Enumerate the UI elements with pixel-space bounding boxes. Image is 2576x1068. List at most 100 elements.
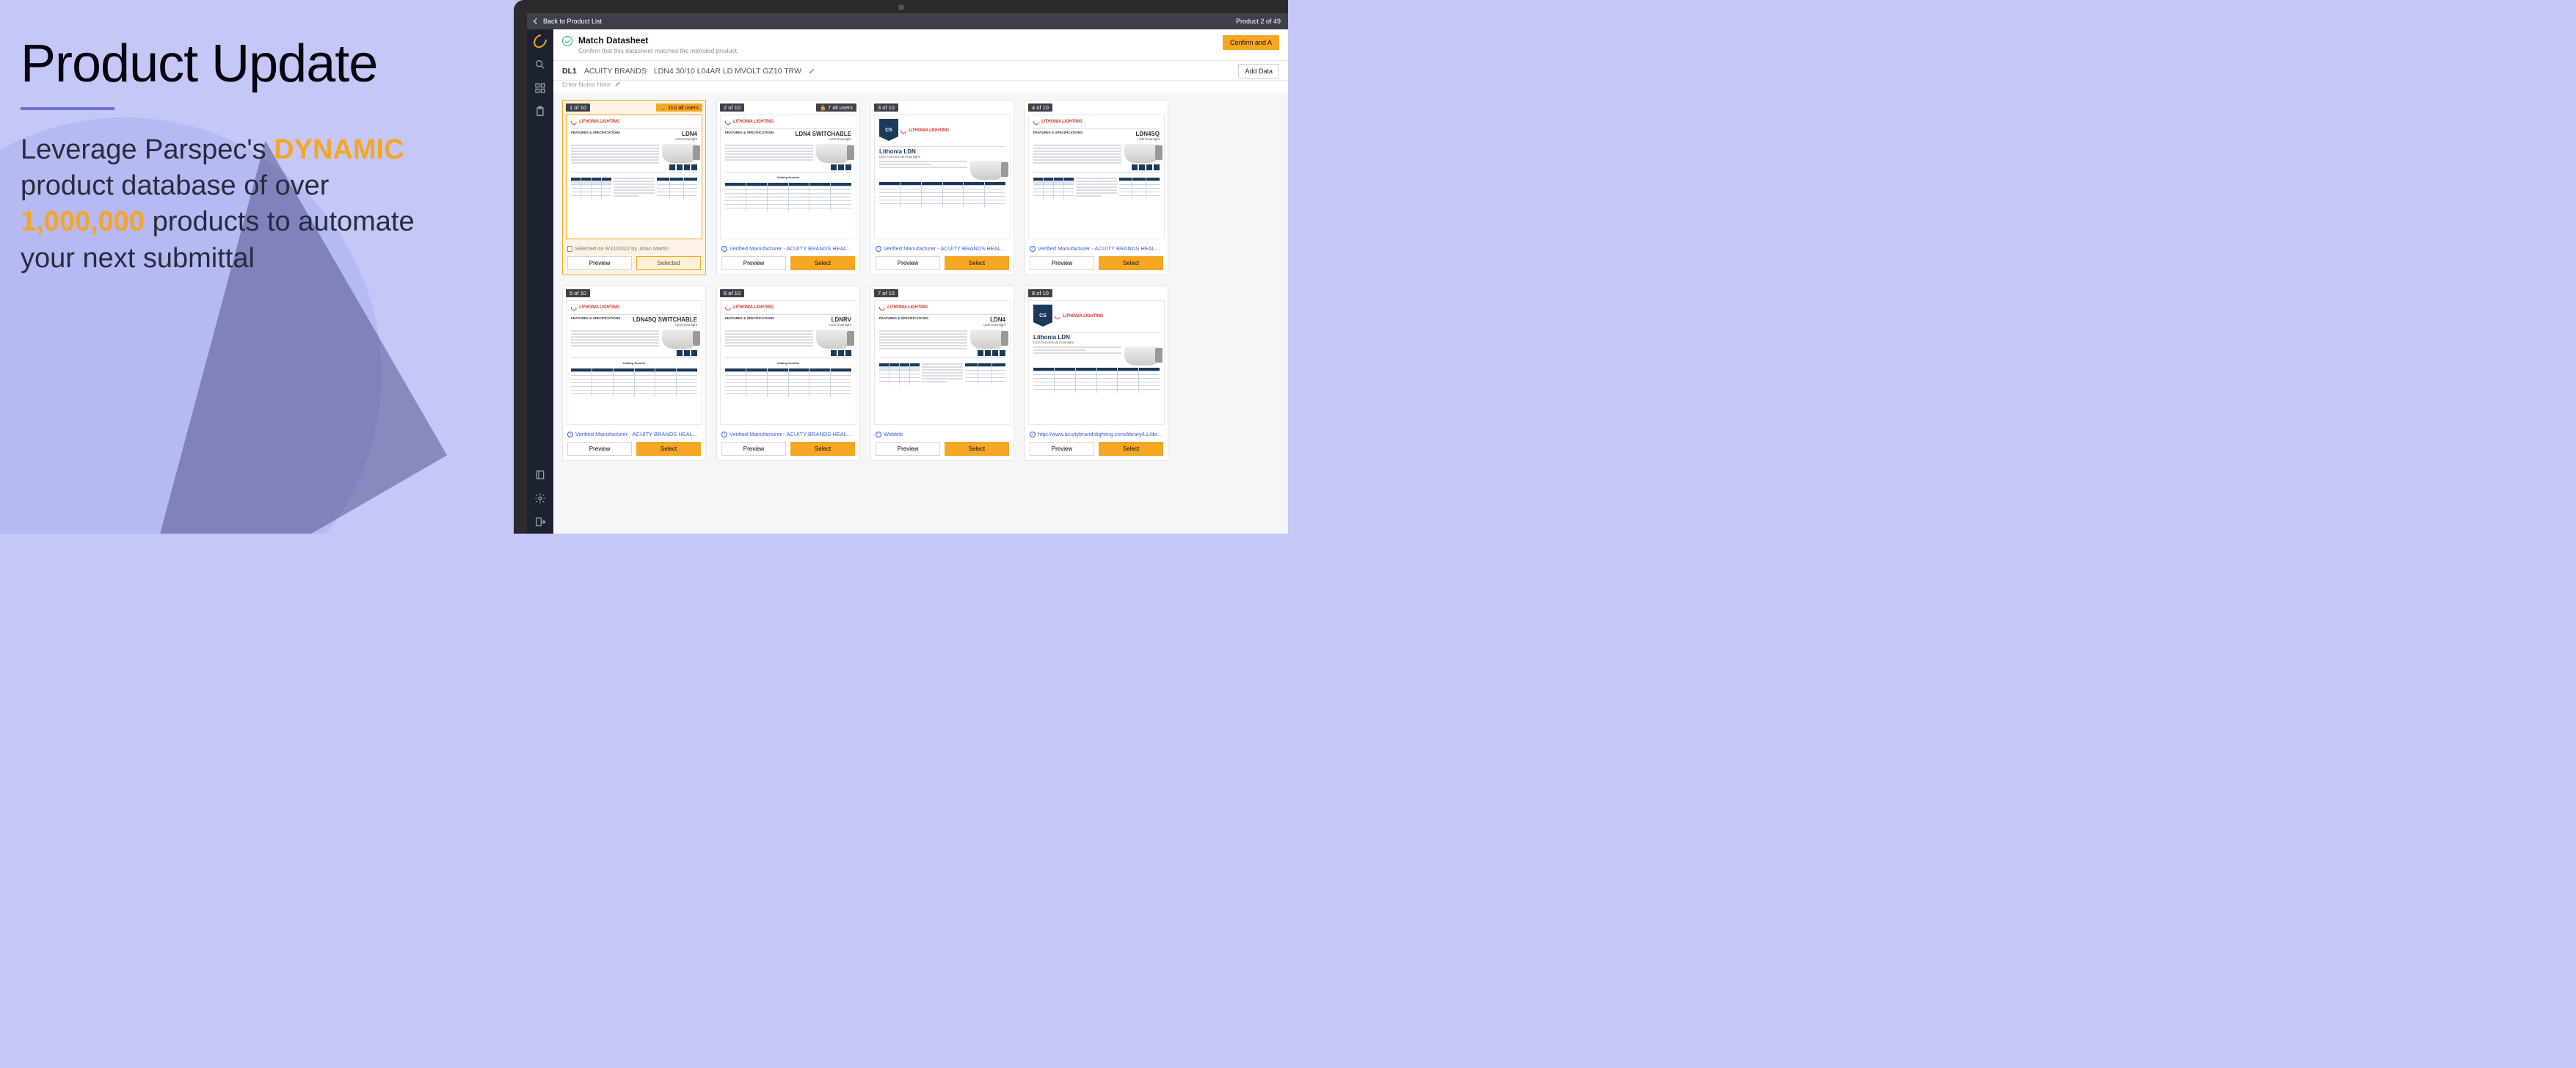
card-actions: Preview Select bbox=[1025, 253, 1168, 275]
preview-button[interactable]: Preview bbox=[1030, 442, 1094, 456]
logout-icon[interactable] bbox=[534, 516, 546, 528]
datasheet-thumbnail[interactable]: LITHONIA LIGHTING FEATURES & SPECIFICATI… bbox=[720, 115, 856, 239]
select-button[interactable]: Select bbox=[790, 256, 855, 270]
check-circle-icon bbox=[562, 36, 572, 46]
datasheet-card[interactable]: 7 of 10 LITHONIA LIGHTING FEATURES & SPE… bbox=[870, 286, 1014, 461]
app-screen: Back to Product List Product 2 of 49 bbox=[527, 13, 1288, 534]
datasheet-thumbnail[interactable]: LITHONIA LIGHTING FEATURES & SPECIFICATI… bbox=[566, 300, 702, 425]
select-button[interactable]: Select bbox=[1099, 442, 1163, 456]
card-head: 8 of 10 bbox=[1025, 286, 1168, 297]
book-icon[interactable] bbox=[534, 469, 546, 481]
datasheet-thumbnail[interactable]: LITHONIA LIGHTING FEATURES & SPECIFICATI… bbox=[566, 115, 702, 239]
meta-verified[interactable]: iVerified Manufacturer - ACUITY BRANDS H… bbox=[871, 242, 1014, 253]
select-button[interactable]: Select bbox=[790, 442, 855, 456]
match-header: Match Datasheet Confirm that this datash… bbox=[553, 29, 1288, 61]
lock-icon: 🔒 bbox=[820, 106, 826, 111]
confirm-button[interactable]: Confirm and A bbox=[1223, 35, 1279, 50]
card-actions: Preview Select bbox=[871, 253, 1014, 275]
gear-icon[interactable] bbox=[534, 493, 546, 504]
select-button[interactable]: Select bbox=[945, 442, 1009, 456]
cards-area: 1 of 10 🔒110 all users LITHONIA LIGHTING… bbox=[553, 92, 1288, 534]
card-actions: Preview Select bbox=[1025, 439, 1168, 460]
header-title: Match Datasheet bbox=[578, 35, 738, 46]
marketing-panel: Product Update Leverage Parspec's DYNAMI… bbox=[0, 0, 514, 534]
meta-weblink[interactable]: iWeblink bbox=[871, 428, 1014, 439]
datasheet-card[interactable]: 3 of 10 CSLITHONIA LIGHTING Lithonia LDN… bbox=[870, 100, 1014, 275]
meta-verified[interactable]: iVerified Manufacturer - ACUITY BRANDS H… bbox=[717, 428, 859, 439]
users-pill: 🔒110 all users bbox=[656, 103, 702, 112]
info-icon: i bbox=[1030, 246, 1036, 252]
info-icon: i bbox=[876, 246, 881, 252]
card-head: 2 of 10 🔒7 all users bbox=[717, 101, 859, 112]
info-icon: i bbox=[721, 432, 727, 437]
meta-selected: Selected on 8/31/2022 by Jolan Martin bbox=[563, 242, 705, 253]
notes-placeholder: Enter Notes Here bbox=[562, 81, 611, 88]
product-counter: Product 2 of 49 bbox=[1236, 18, 1281, 25]
edit-icon[interactable] bbox=[809, 68, 815, 76]
datasheet-card[interactable]: 4 of 10 LITHONIA LIGHTING FEATURES & SPE… bbox=[1025, 100, 1168, 275]
users-pill: 🔒7 all users bbox=[816, 103, 856, 112]
clipboard-icon[interactable] bbox=[534, 106, 546, 117]
dashboard-icon[interactable] bbox=[534, 82, 546, 94]
preview-button[interactable]: Preview bbox=[567, 442, 632, 456]
preview-button[interactable]: Preview bbox=[1030, 256, 1094, 270]
datasheet-thumbnail[interactable]: LITHONIA LIGHTING FEATURES & SPECIFICATI… bbox=[874, 300, 1011, 425]
meta-url[interactable]: ihttp://www.acuitybrandslighting.com/lib… bbox=[1025, 428, 1168, 439]
card-actions: Preview Select bbox=[563, 439, 705, 460]
crumb-type: DL1 bbox=[562, 67, 577, 76]
datasheet-thumbnail[interactable]: CSLITHONIA LIGHTING Lithonia LDN LED Com… bbox=[874, 115, 1011, 239]
info-icon: i bbox=[567, 432, 573, 437]
index-pill: 3 of 10 bbox=[874, 103, 898, 112]
lock-icon: 🔒 bbox=[660, 106, 666, 111]
card-head: 4 of 10 bbox=[1025, 101, 1168, 112]
subtitle-text: product database of over bbox=[21, 170, 329, 201]
select-button[interactable]: Select bbox=[1099, 256, 1163, 270]
card-actions: Preview Select bbox=[871, 439, 1014, 460]
datasheet-card[interactable]: 2 of 10 🔒7 all users LITHONIA LIGHTING F… bbox=[716, 100, 860, 275]
laptop-frame: Back to Product List Product 2 of 49 bbox=[514, 0, 1288, 534]
document-icon bbox=[567, 246, 572, 252]
info-icon: i bbox=[721, 246, 727, 252]
meta-verified[interactable]: iVerified Manufacturer - ACUITY BRANDS H… bbox=[1025, 242, 1168, 253]
back-button[interactable]: Back to Product List bbox=[534, 18, 602, 25]
datasheet-card[interactable]: 8 of 10 CSLITHONIA LIGHTING Lithonia LDN… bbox=[1025, 286, 1168, 461]
index-pill: 1 of 10 bbox=[566, 103, 590, 112]
preview-button[interactable]: Preview bbox=[721, 442, 786, 456]
card-actions: Preview Selected bbox=[563, 253, 705, 275]
page-title: Product Update bbox=[21, 37, 477, 92]
preview-button[interactable]: Preview bbox=[876, 442, 940, 456]
preview-button[interactable]: Preview bbox=[721, 256, 786, 270]
datasheet-card[interactable]: 6 of 10 LITHONIA LIGHTING FEATURES & SPE… bbox=[716, 286, 860, 461]
datasheet-thumbnail[interactable]: LITHONIA LIGHTING FEATURES & SPECIFICATI… bbox=[1028, 115, 1165, 239]
subtitle: Leverage Parspec's DYNAMIC product datab… bbox=[21, 132, 432, 277]
cards-grid: 1 of 10 🔒110 all users LITHONIA LIGHTING… bbox=[562, 100, 1279, 461]
preview-button[interactable]: Preview bbox=[567, 256, 632, 270]
card-head: 6 of 10 bbox=[717, 286, 859, 297]
card-actions: Preview Select bbox=[717, 253, 859, 275]
selected-button[interactable]: Selected bbox=[636, 256, 701, 270]
meta-verified[interactable]: iVerified Manufacturer - ACUITY BRANDS H… bbox=[563, 428, 705, 439]
info-icon: i bbox=[876, 432, 881, 437]
crumb-product: LDN4 30/10 L04AR LD MVOLT GZ10 TRW bbox=[654, 67, 801, 76]
meta-verified[interactable]: iVerified Manufacturer - ACUITY BRANDS H… bbox=[717, 242, 859, 253]
select-button[interactable]: Select bbox=[636, 442, 701, 456]
datasheet-card[interactable]: 5 of 10 LITHONIA LIGHTING FEATURES & SPE… bbox=[562, 286, 706, 461]
camera-icon bbox=[898, 4, 904, 10]
search-icon[interactable] bbox=[534, 59, 546, 70]
datasheet-thumbnail[interactable]: CSLITHONIA LIGHTING Lithonia LDN LED Com… bbox=[1028, 300, 1165, 425]
chevron-left-icon bbox=[534, 18, 539, 24]
preview-button[interactable]: Preview bbox=[876, 256, 940, 270]
select-button[interactable]: Select bbox=[945, 256, 1009, 270]
datasheet-card[interactable]: 1 of 10 🔒110 all users LITHONIA LIGHTING… bbox=[562, 100, 706, 275]
notes-row[interactable]: Enter Notes Here bbox=[553, 81, 1288, 92]
sidebar bbox=[527, 29, 553, 534]
add-data-button[interactable]: Add Data bbox=[1238, 64, 1279, 79]
card-actions: Preview Select bbox=[717, 439, 859, 460]
logo-icon[interactable] bbox=[534, 35, 546, 47]
breadcrumb: DL1 ACUITY BRANDS LDN4 30/10 L04AR LD MV… bbox=[553, 61, 1288, 81]
index-pill: 8 of 10 bbox=[1028, 289, 1052, 297]
datasheet-thumbnail[interactable]: LITHONIA LIGHTING FEATURES & SPECIFICATI… bbox=[720, 300, 856, 425]
edit-icon[interactable] bbox=[615, 81, 621, 88]
index-pill: 7 of 10 bbox=[874, 289, 898, 297]
subtitle-highlight: 1,000,000 bbox=[21, 206, 145, 237]
